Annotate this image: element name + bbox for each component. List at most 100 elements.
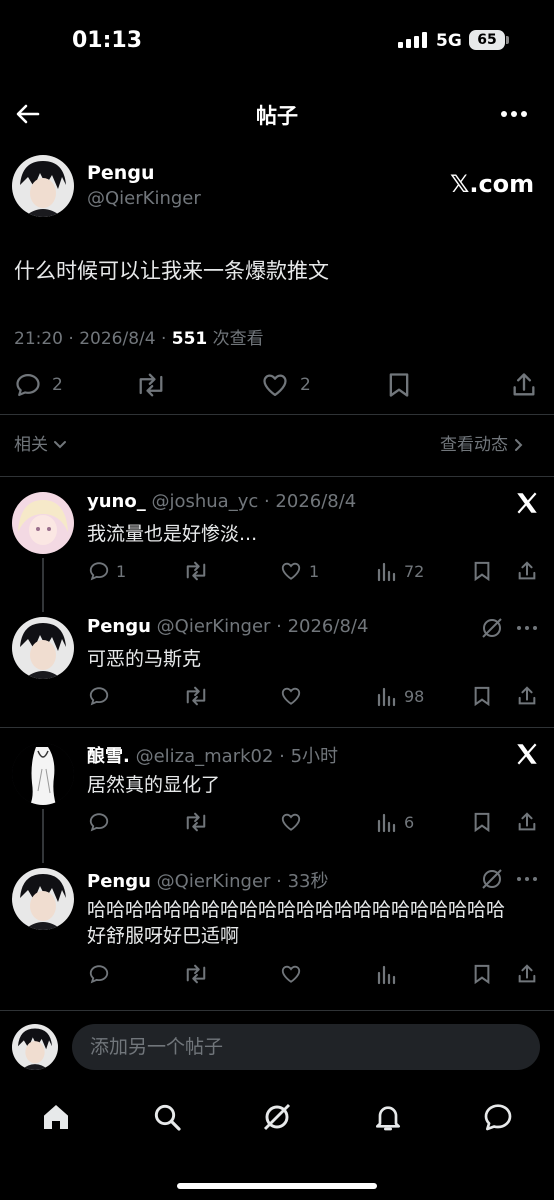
grok-icon[interactable] <box>261 1101 293 1133</box>
like-count: 1 <box>309 561 320 581</box>
reply-views-button[interactable]: 98 <box>376 685 424 707</box>
post-text: 什么时候可以让我来一条爆款推文 <box>14 259 329 283</box>
like-button[interactable]: 2 <box>260 371 311 399</box>
compose-avatar <box>12 1024 58 1070</box>
grok-icon[interactable] <box>480 616 504 640</box>
share-icon <box>518 686 536 705</box>
reply-icon <box>89 813 109 832</box>
reply-views-button[interactable] <box>376 963 404 985</box>
share-button[interactable] <box>510 371 538 399</box>
reply-reply-button[interactable] <box>88 685 116 707</box>
reply-text: 居然真的显化了 <box>87 774 221 796</box>
compose-input[interactable]: 添加另一个帖子 <box>72 1024 540 1070</box>
reply-repost-button[interactable] <box>183 685 209 707</box>
reply-bookmark-button[interactable] <box>472 685 492 707</box>
network-type: 5G <box>436 31 462 51</box>
reply-avatar[interactable] <box>12 492 74 554</box>
post-meta: 21:20 · 2026/8/4 · 551 次查看 <box>14 324 264 349</box>
reply-author-name[interactable]: Pengu <box>87 616 151 637</box>
divider <box>0 414 554 415</box>
reply-bookmark-button[interactable] <box>472 811 492 833</box>
author-avatar[interactable] <box>12 155 74 217</box>
reply-like-button[interactable] <box>279 685 309 707</box>
reply-views-button[interactable]: 6 <box>376 811 414 833</box>
bookmark-icon <box>474 561 490 582</box>
analytics-icon <box>377 813 396 833</box>
x-com-logo: 𝕏.com <box>450 170 535 198</box>
reply-avatar[interactable] <box>12 743 74 805</box>
reply-share-button[interactable] <box>516 560 538 582</box>
x-logo-icon <box>514 490 540 516</box>
x-logo-icon <box>514 741 540 767</box>
heart-icon <box>281 687 301 705</box>
reply-author-name[interactable]: yuno_ <box>87 491 146 512</box>
views-label: 次查看 <box>207 329 264 349</box>
reply-header: Pengu @QierKinger · 2026/8/4 <box>87 616 368 637</box>
views-count: 551 <box>171 329 208 349</box>
battery-level: 65 <box>469 30 505 50</box>
view-activity-label: 查看动态 <box>440 435 508 455</box>
reply-views-button[interactable]: 72 <box>376 560 424 582</box>
reply-repost-button[interactable] <box>183 560 209 582</box>
reply-button[interactable]: 2 <box>14 371 63 399</box>
bookmark-icon <box>389 373 409 397</box>
reply-icon <box>16 373 40 397</box>
messages-icon[interactable] <box>482 1101 514 1133</box>
reply-author-name[interactable]: Pengu <box>87 871 151 892</box>
page-title: 帖子 <box>256 104 298 128</box>
search-icon[interactable] <box>151 1101 183 1133</box>
reply-author-name[interactable]: 酿雪. <box>87 746 130 767</box>
reply-share-button[interactable] <box>516 811 538 833</box>
author-name[interactable]: Pengu <box>87 162 154 184</box>
reply-bookmark-button[interactable] <box>472 560 492 582</box>
reply-like-button[interactable]: 1 <box>279 560 319 582</box>
reply-share-button[interactable] <box>516 963 538 985</box>
battery-icon <box>506 36 509 44</box>
reply-like-button[interactable] <box>279 811 309 833</box>
reply-repost-button[interactable] <box>183 811 209 833</box>
reply-text: 可恶的马斯克 <box>87 648 202 670</box>
analytics-icon <box>377 687 396 707</box>
reply-text: 我流量也是好惨淡... <box>87 523 258 545</box>
view-activity-link[interactable]: 查看动态 <box>440 430 525 455</box>
home-icon[interactable] <box>40 1101 72 1133</box>
reply-avatar[interactable] <box>12 868 74 930</box>
notifications-icon[interactable] <box>372 1101 404 1133</box>
reply-header: yuno_ @joshua_yc · 2026/8/4 <box>87 491 356 512</box>
reply-reply-button[interactable] <box>88 811 116 833</box>
reply-icon <box>89 687 109 706</box>
heart-icon <box>281 813 301 831</box>
reply-like-button[interactable] <box>279 963 309 985</box>
reply-repost-button[interactable] <box>183 963 209 985</box>
reply-icon <box>89 965 109 984</box>
grok-icon[interactable] <box>480 867 504 891</box>
thread-line <box>42 809 44 863</box>
reply-meta: @QierKinger · 33秒 <box>156 871 329 892</box>
repost-button[interactable] <box>135 371 167 399</box>
reply-avatar[interactable] <box>12 617 74 679</box>
post-timestamp: 21:20 · 2026/8/4 · <box>14 329 172 349</box>
reply-reply-button[interactable] <box>88 963 116 985</box>
share-icon <box>518 812 536 831</box>
repost-icon <box>139 373 163 397</box>
reply-count: 2 <box>52 375 63 395</box>
divider <box>0 1010 554 1011</box>
reply-text: 哈哈哈哈哈哈哈哈哈哈哈哈哈哈哈哈哈哈哈哈哈哈好舒服呀好巴适啊 <box>87 899 506 947</box>
bookmark-button[interactable] <box>386 371 412 399</box>
views-count: 72 <box>404 561 425 581</box>
views-count: 98 <box>404 686 425 706</box>
author-handle[interactable]: @QierKinger <box>87 188 201 209</box>
chevron-right-icon <box>513 438 525 452</box>
more-options-icon[interactable] <box>500 104 528 124</box>
more-options-icon[interactable] <box>515 869 539 889</box>
reply-bookmark-button[interactable] <box>472 963 492 985</box>
more-options-icon[interactable] <box>515 618 539 638</box>
views-count: 6 <box>404 812 415 832</box>
share-icon <box>518 964 536 983</box>
repost-icon <box>186 812 206 832</box>
related-filter[interactable]: 相关 <box>14 430 67 455</box>
share-icon <box>513 373 535 396</box>
reply-reply-button[interactable]: 1 <box>88 560 126 582</box>
reply-share-button[interactable] <box>516 685 538 707</box>
like-count: 2 <box>300 375 311 395</box>
